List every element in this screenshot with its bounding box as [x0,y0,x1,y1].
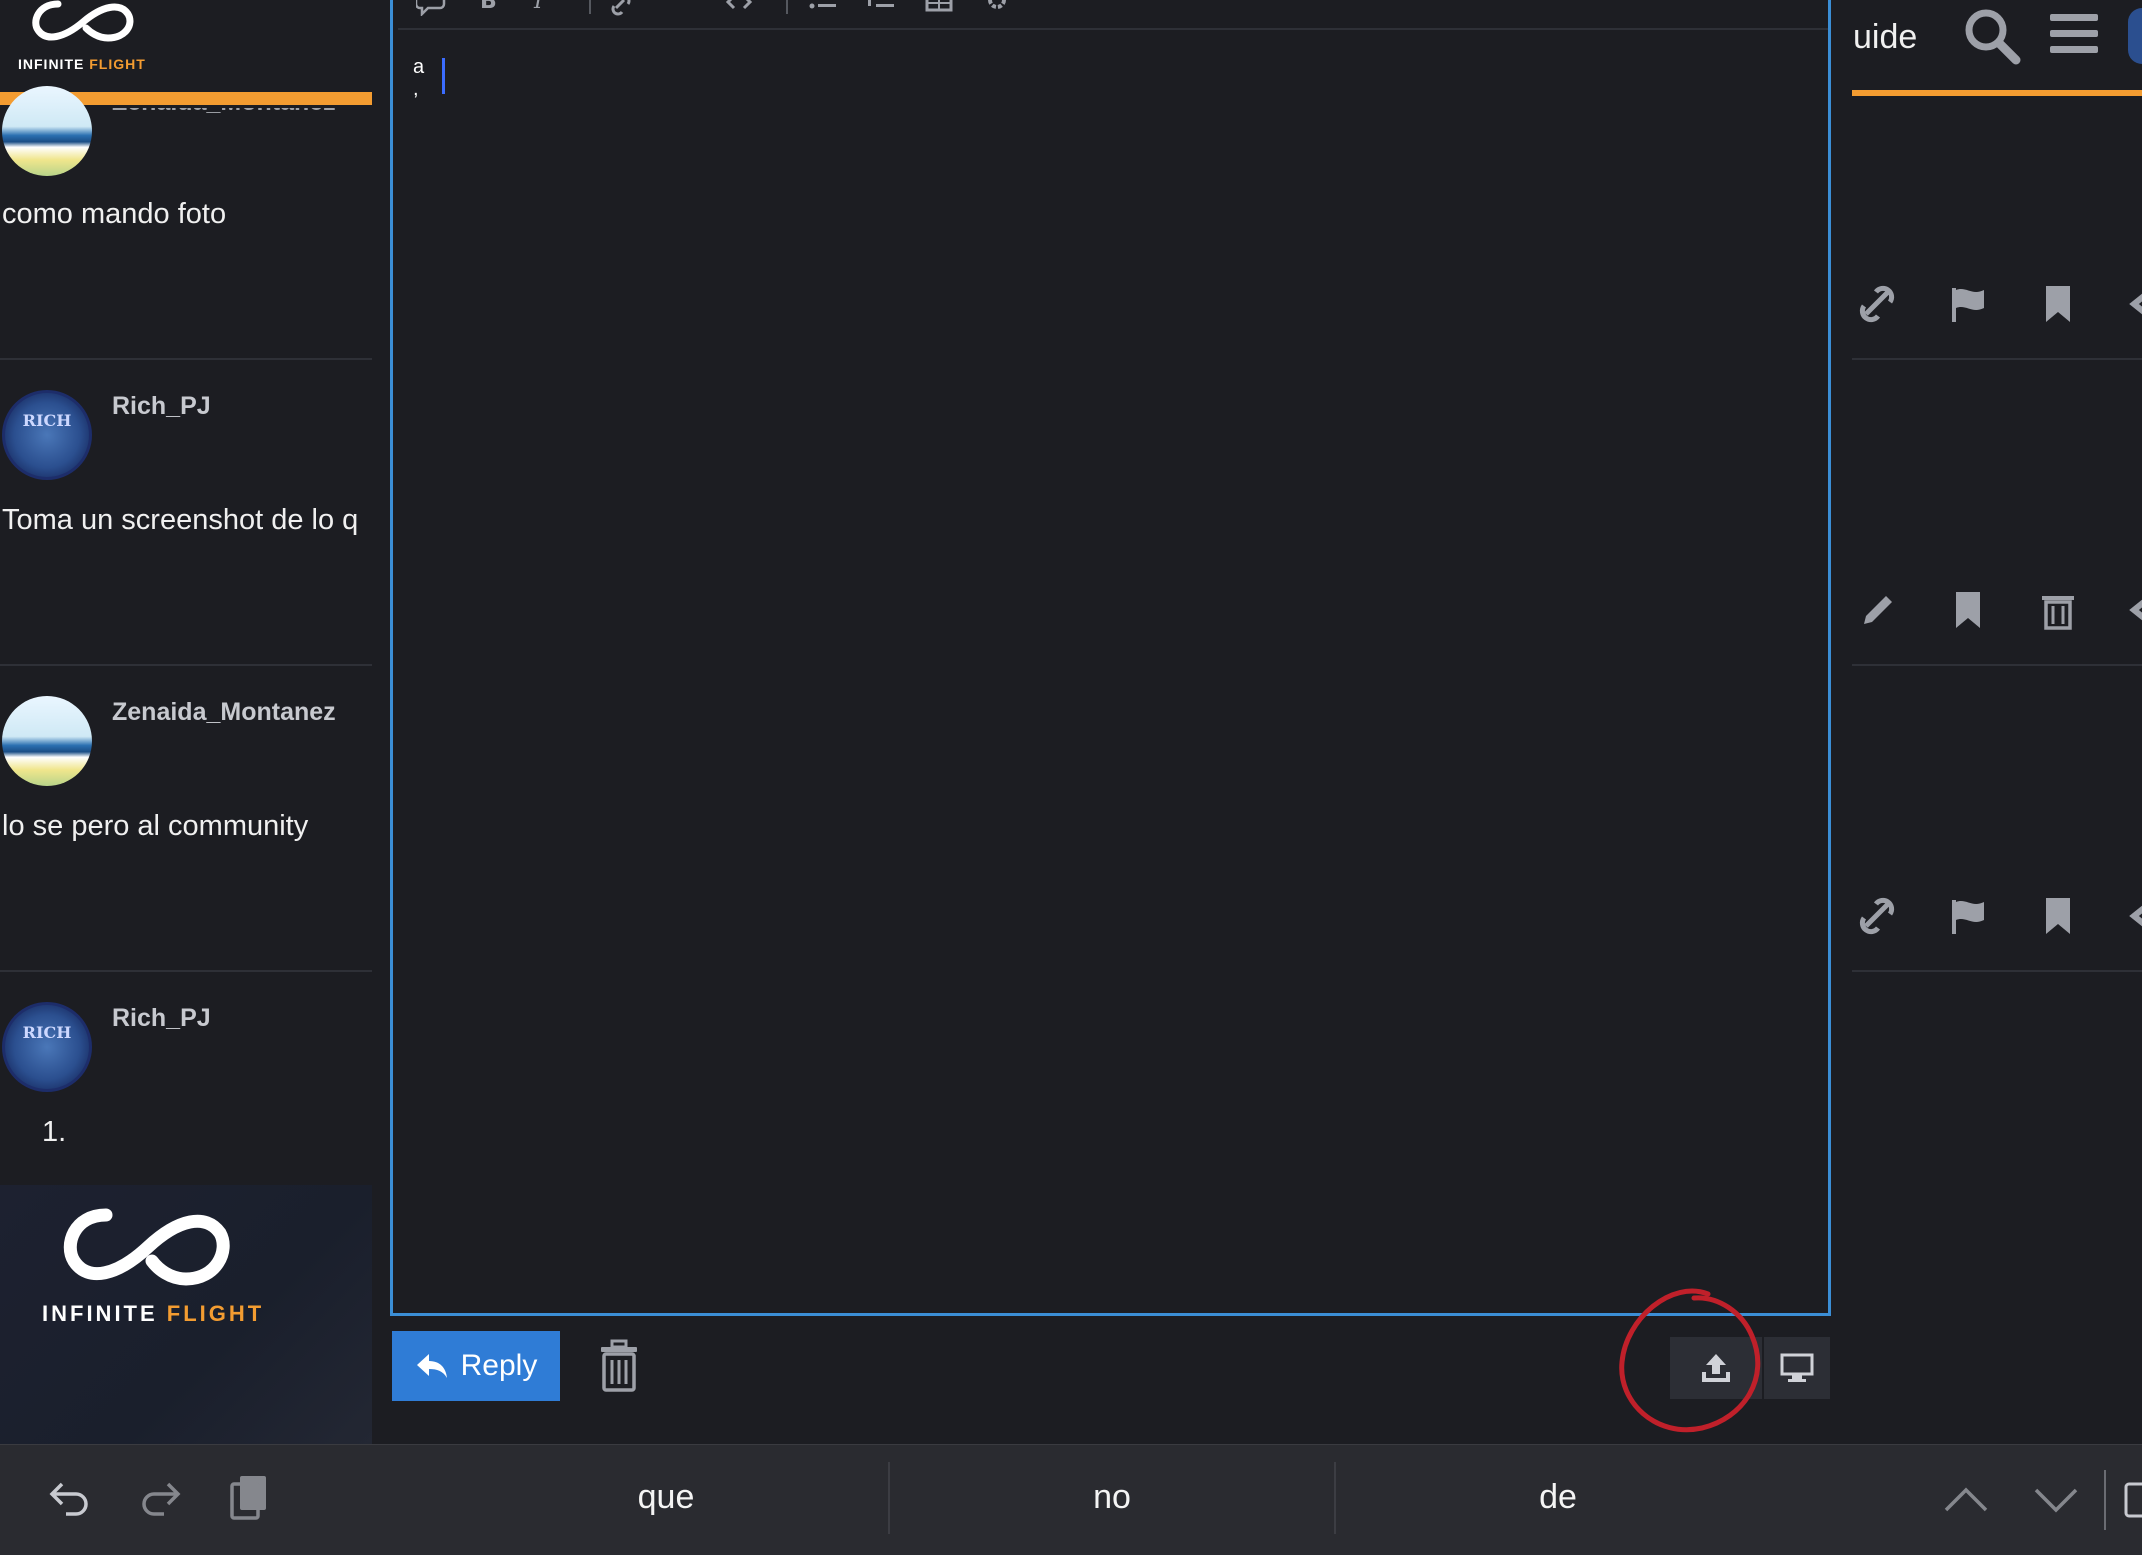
brand-name: INFINITE FLIGHT [42,1301,265,1326]
link-icon[interactable] [1858,284,1898,324]
post-divider [0,358,372,360]
reply-arrow-icon [416,1354,447,1378]
post-username[interactable]: Zenaida_Montanez [112,698,336,727]
bullet-list-icon[interactable] [808,0,838,16]
link-icon[interactable] [1858,896,1898,936]
search-icon[interactable] [1962,6,2022,66]
keyboard-icon[interactable] [2124,1476,2142,1524]
toolbar-divider-line [398,28,1828,30]
blockquote-icon[interactable]: ” [666,0,696,16]
suggestion-word[interactable]: no [1012,1478,1212,1517]
toggle-preview-button[interactable] [1764,1337,1830,1399]
bookmark-icon[interactable] [2038,896,2078,936]
suggestion-word[interactable]: de [1458,1478,1658,1517]
infinite-flight-logo-icon[interactable] [28,0,138,44]
toolbar-divider [2104,1470,2106,1530]
bookmark-icon[interactable] [2038,284,2078,324]
topic-thread-right [1852,0,2142,1444]
quote-icon[interactable] [416,0,446,16]
hamburger-menu-icon[interactable] [2050,12,2098,56]
site-header: INFINITE FLIGHT [0,0,372,92]
post-body: Toma un screenshot de lo q [2,504,359,536]
annotation-circle-icon [1619,1288,1761,1433]
reply-button-label: Reply [460,1349,538,1382]
post-image[interactable]: INFINITE FLIGHT [0,1185,372,1444]
chevron-left-icon[interactable] [2126,896,2142,936]
post-username[interactable]: Rich_PJ [112,392,211,421]
suggestion-word[interactable]: que [566,1478,766,1517]
suggestion-divider [888,1462,890,1534]
gear-icon[interactable] [982,0,1012,16]
post-divider [1852,664,2142,666]
link-icon[interactable] [610,0,640,16]
svg-text:I: I [533,0,544,14]
svg-text:B: B [480,0,497,14]
editor-toolbar: B I ” [396,0,1830,28]
numbered-list-icon[interactable] [866,0,896,16]
chevron-up-icon[interactable] [1942,1476,1990,1524]
undo-icon[interactable] [46,1476,94,1524]
composer-editor[interactable] [390,0,1831,1316]
toolbar-divider [786,0,788,14]
post-body: 1. [42,1116,67,1148]
post-divider [0,664,372,666]
avatar[interactable]: RICH [2,1002,92,1092]
post-divider [0,970,372,972]
bold-icon[interactable]: B [474,0,504,16]
reply-button[interactable]: Reply [392,1331,560,1401]
avatar[interactable]: RICH [2,390,92,480]
paste-icon[interactable] [226,1474,274,1522]
page-title: uide [1853,18,1918,56]
chevron-left-icon[interactable] [2126,590,2142,630]
table-icon[interactable] [924,0,954,16]
infinite-flight-logo-icon [63,1208,230,1286]
avatar-label: RICH [22,411,72,430]
desktop-icon [1780,1353,1814,1382]
header-accent-bar [1852,90,2142,96]
discard-trash-icon[interactable] [595,1339,643,1395]
chevron-down-icon[interactable] [2032,1476,2080,1524]
user-avatar[interactable] [2128,8,2142,64]
avatar[interactable] [2,86,92,176]
avatar[interactable] [2,696,92,786]
flag-icon[interactable] [1948,284,1988,324]
pencil-icon[interactable] [1858,590,1898,630]
toolbar-divider [589,0,591,14]
chevron-left-icon[interactable] [2126,284,2142,324]
post-body: lo se pero al community [2,810,309,842]
redo-icon[interactable] [136,1476,184,1524]
suggestion-divider [1334,1462,1336,1534]
avatar-label: RICH [22,1023,72,1042]
brand-name: INFINITE FLIGHT [18,56,146,72]
text-cursor [442,58,445,94]
composer-text[interactable]: a , [413,56,424,100]
italic-icon[interactable]: I [526,0,556,16]
post-divider [1852,358,2142,360]
code-icon[interactable] [724,0,754,16]
svg-text:”: ” [670,0,684,14]
post-divider [1852,970,2142,972]
trash-icon[interactable] [2038,590,2078,630]
post-username[interactable]: Rich_PJ [112,1004,211,1033]
post-body: como mando foto [2,198,227,230]
flag-icon[interactable] [1948,896,1988,936]
topic-thread-left: INFINITE FLIGHT Zenaida_Montanez como ma… [0,0,372,1444]
bookmark-icon[interactable] [1948,590,1988,630]
